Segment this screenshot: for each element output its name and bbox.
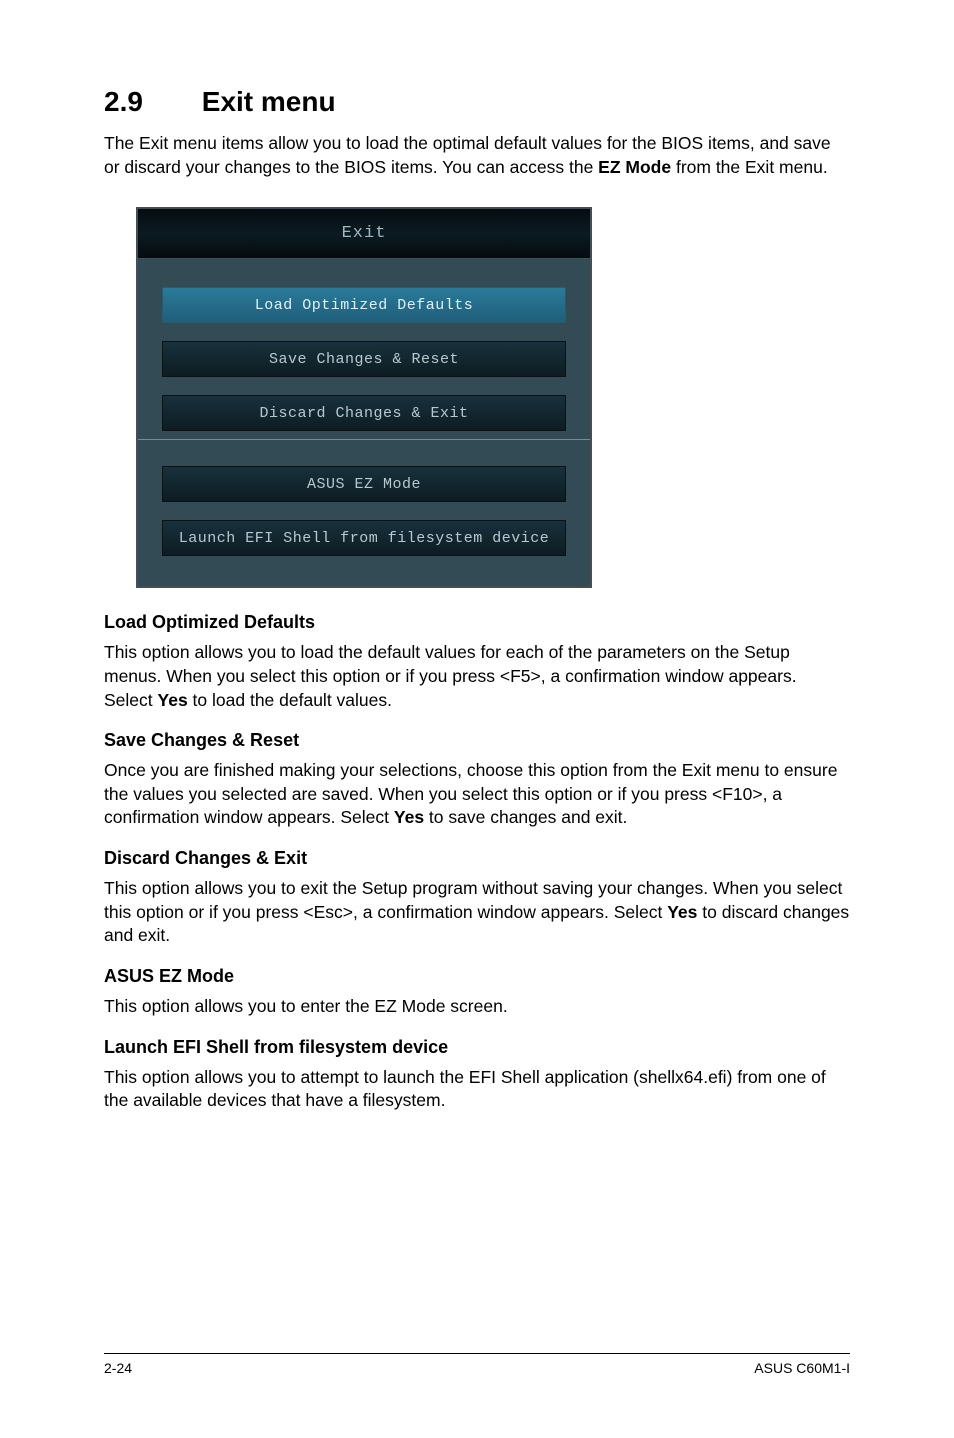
page-footer: 2-24 ASUS C60M1-I	[104, 1353, 850, 1376]
section-number: 2.9	[104, 86, 194, 118]
footer-document-title: ASUS C60M1-I	[754, 1360, 850, 1376]
option-text: This option allows you to attempt to lau…	[104, 1067, 826, 1111]
intro-text-after: from the Exit menu.	[671, 157, 828, 177]
option-title: Launch EFI Shell from filesystem device	[104, 1037, 850, 1058]
bios-menu-item: Launch EFI Shell from filesystem device	[162, 520, 566, 556]
option-title: Load Optimized Defaults	[104, 612, 850, 633]
option-title: Discard Changes & Exit	[104, 848, 850, 869]
bios-menu-title: Exit	[342, 224, 387, 243]
option-title: ASUS EZ Mode	[104, 966, 850, 987]
bios-divider	[138, 439, 590, 440]
options-section: Load Optimized Defaults This option allow…	[104, 612, 850, 1113]
bios-menu-item-label: Load Optimized Defaults	[255, 297, 474, 314]
option-text: This option allows you to enter the EZ M…	[104, 996, 508, 1016]
intro-bold: EZ Mode	[598, 157, 671, 177]
bios-menu-item-label: Save Changes & Reset	[269, 351, 459, 368]
bios-menu-item-label: Launch EFI Shell from filesystem device	[179, 530, 550, 547]
bios-menu-item-label: ASUS EZ Mode	[307, 476, 421, 493]
bios-exit-menu-screenshot: Exit Load Optimized Defaults Save Changes…	[136, 207, 592, 588]
option-description: This option allows you to load the defau…	[104, 641, 850, 712]
bios-menu-body: Load Optimized Defaults Save Changes & Re…	[138, 259, 590, 586]
option-title: Save Changes & Reset	[104, 730, 850, 751]
footer-page-number: 2-24	[104, 1360, 132, 1376]
bios-menu-header: Exit	[138, 209, 590, 259]
option-bold-text: Yes	[667, 902, 697, 922]
option-text: to load the default values.	[188, 690, 392, 710]
bios-bottom-items: ASUS EZ Mode Launch EFI Shell from filesy…	[162, 466, 566, 556]
bios-menu-item: Save Changes & Reset	[162, 341, 566, 377]
bios-top-items: Load Optimized Defaults Save Changes & Re…	[162, 287, 566, 431]
page-content: 2.9 Exit menu The Exit menu items allow …	[0, 0, 954, 1113]
section-heading: 2.9 Exit menu	[104, 86, 850, 118]
option-text: to save changes and exit.	[424, 807, 627, 827]
intro-paragraph: The Exit menu items allow you to load th…	[104, 132, 850, 179]
option-description: This option allows you to attempt to lau…	[104, 1066, 850, 1113]
option-description: This option allows you to exit the Setup…	[104, 877, 850, 948]
bios-menu-item: Discard Changes & Exit	[162, 395, 566, 431]
bios-menu-item-label: Discard Changes & Exit	[259, 405, 468, 422]
section-title-text: Exit menu	[202, 86, 336, 117]
bios-menu-item: ASUS EZ Mode	[162, 466, 566, 502]
bios-menu-item: Load Optimized Defaults	[162, 287, 566, 323]
option-description: This option allows you to enter the EZ M…	[104, 995, 850, 1019]
option-description: Once you are finished making your select…	[104, 759, 850, 830]
option-bold-text: Yes	[158, 690, 188, 710]
option-bold-text: Yes	[394, 807, 424, 827]
